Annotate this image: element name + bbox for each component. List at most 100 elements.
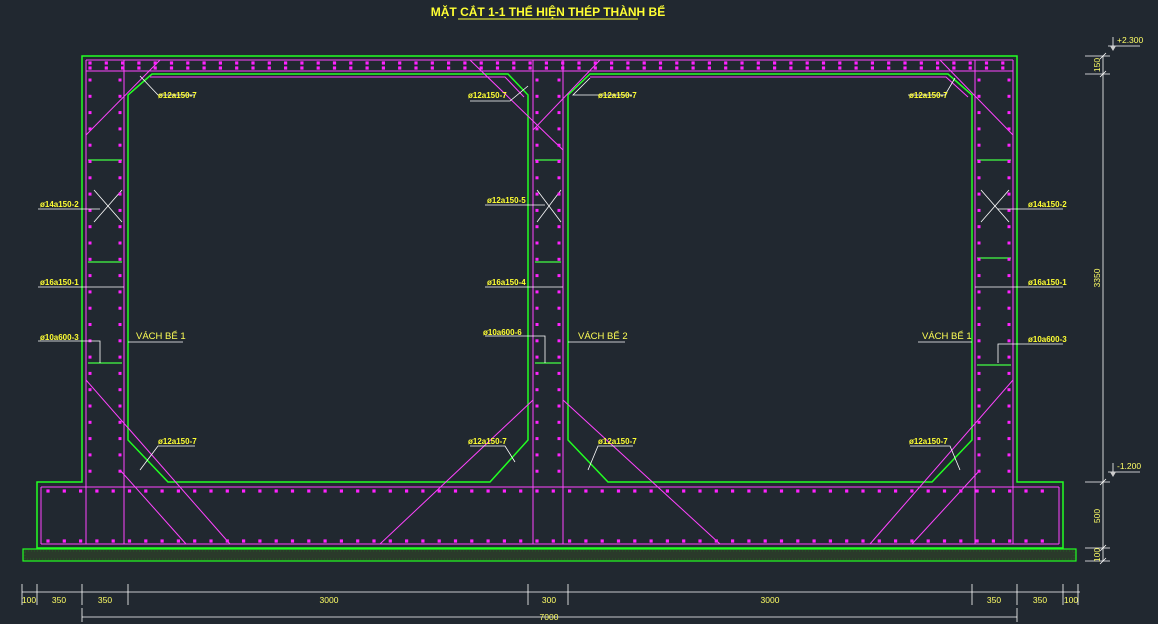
rebar-dot [535,489,539,493]
rebar-dot [796,539,800,543]
rebar-dot [495,66,500,70]
rebar-dot [1007,257,1011,261]
rebar-dot [381,66,385,70]
rebar-dot [372,539,376,543]
rebar-dot [959,489,963,493]
rebar-dot [977,94,981,98]
rebar-dot [88,323,92,326]
tie-bars [88,159,1011,366]
rebar-dot [118,94,122,98]
svg-text:350: 350 [987,595,1001,605]
rebar-dot [88,111,92,115]
elevation-bottom: -1.200 [1108,461,1141,477]
rebar-dot [447,61,451,65]
rebar-dot [805,61,809,65]
rebar-dot [235,66,239,70]
rebar-dot [1007,94,1011,98]
rebar-dot [903,61,907,65]
rebar-dot [557,192,561,196]
rebar-dot [1001,66,1005,70]
rebar-dot [242,489,246,493]
rebar-dot [557,176,561,180]
rebar-dot [894,539,898,543]
rebar-dot [323,539,327,543]
rebar-dot [535,274,539,278]
rebar-dot [977,404,981,408]
rebar-dot [877,489,881,493]
rebar-dot [437,489,441,493]
rebar-dot [1008,539,1012,543]
rebar-dot [773,66,777,70]
rebar-dot [176,539,180,543]
rebar-dot [544,66,548,70]
rebar-dot [535,404,539,408]
rebar-dot [977,274,981,278]
rebar-dot [118,371,122,375]
rebar-dot [284,66,288,70]
svg-text:100: 100 [1092,548,1102,562]
rebar-dot [870,66,874,70]
rebar-dot [977,208,981,212]
rebar-dot [551,489,555,493]
rebar-dot [118,160,122,163]
svg-text:300: 300 [542,595,556,605]
section-drawing: MẶT CẮT 1-1 THỂ HIỆN THÉP THÀNH BỂ ø12a1… [21,4,1144,622]
rebar-dot [903,66,907,70]
rebar-dot [251,61,255,65]
rebar-label: ø10a600-6 [483,328,522,337]
rebar-dot [977,192,981,196]
rebar-dot [1007,176,1011,180]
rebar-dot [88,437,92,441]
rebar-dot [845,489,849,493]
rebar-dot [1024,489,1028,493]
rebar-dot [332,61,337,65]
rebar-dot [584,539,588,543]
rebar-dot [153,66,157,70]
rebar-dot [665,489,669,493]
rebar-dot [557,241,561,245]
rebar-dot [568,489,572,493]
rebar-dot [88,355,92,359]
rebar-dot [349,66,353,70]
svg-text:500: 500 [1092,509,1102,523]
rebar-dot [1007,111,1011,115]
rebar-dot [88,306,92,310]
rebar-dot [290,489,295,493]
rebar-dot [535,94,539,98]
rebar-dot [763,539,767,543]
rebar-dot [557,257,561,261]
rebar-dot [447,66,451,70]
rebar-dot [398,66,402,70]
wall-labels: VÁCH BỂ 1 VÁCH BỂ 2 VÁCH BỂ 1 [136,330,972,342]
rebar-dot [193,489,197,493]
rebar-dot [740,66,744,70]
rebar-dot [535,208,539,212]
rebar-dot [936,66,940,70]
rebar-dot [88,94,92,98]
rebar-dot [486,539,490,543]
rebar-dot [365,66,369,70]
rebar-dot [121,66,125,70]
rebar-dot [626,61,630,65]
rebar-dot [88,61,92,65]
rebar-dot [88,274,92,278]
rebar-dot [118,437,122,441]
rebar-dot [316,61,320,65]
rebar-dot [218,61,222,65]
rebar-dot [838,66,842,70]
rebar-dot [398,61,402,65]
rebar-dot [691,61,695,65]
rebar-dot [724,66,728,70]
rebar-dot [339,539,343,543]
svg-text:-1.200: -1.200 [1117,461,1141,471]
rebar-dot [118,323,122,326]
rebar-dot [88,388,92,392]
rebar-dot [512,61,516,65]
rebar-dot [600,489,604,493]
rebar-dot [544,61,548,65]
rebar-dot [977,225,981,229]
rebar-dot [658,66,663,70]
rebar-dot [160,489,164,493]
rebar-dot [225,539,229,543]
rebar-dot [79,489,83,493]
